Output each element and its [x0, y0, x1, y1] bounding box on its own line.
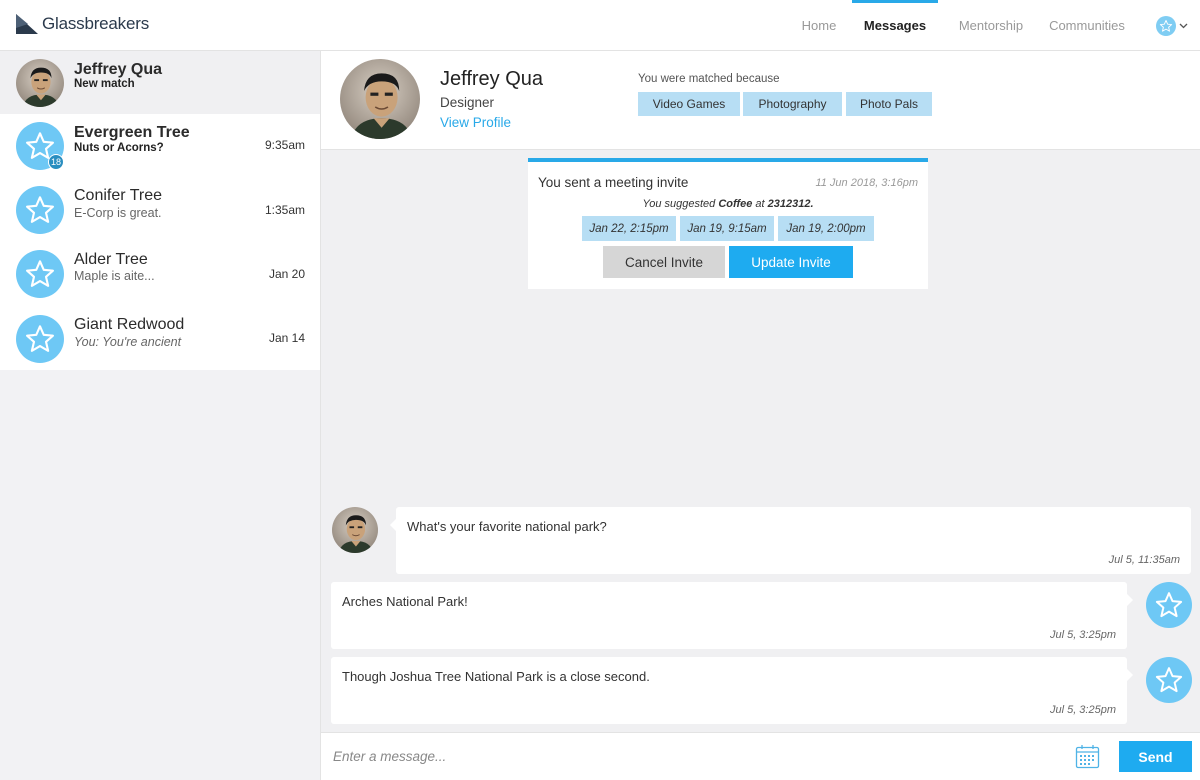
profile-name: Jeffrey Qua [440, 68, 544, 90]
calendar-icon[interactable] [1075, 744, 1100, 769]
nav-communities[interactable]: Communities [1042, 0, 1132, 51]
conversation-name: Alder Tree [74, 251, 148, 268]
cancel-invite-button[interactable]: Cancel Invite [603, 246, 725, 278]
conversation-name: Jeffrey Qua [74, 61, 163, 78]
conversation-item[interactable]: Conifer Tree E-Corp is great. 1:35am [0, 178, 320, 242]
time-slot[interactable]: Jan 19, 2:00pm [778, 216, 874, 241]
message-text: What's your favorite national park? [407, 519, 607, 534]
matched-because-label: You were matched because [638, 73, 780, 85]
conversation-name: Giant Redwood [74, 316, 185, 333]
avatar [16, 315, 64, 363]
invite-date: 11 Jun 2018, 3:16pm [815, 177, 918, 189]
unread-badge: 18 [48, 154, 64, 170]
time-slot[interactable]: Jan 19, 9:15am [680, 216, 774, 241]
glassbreakers-logo-icon [16, 14, 38, 34]
conversation-item[interactable]: Jeffrey Qua New match [0, 51, 320, 114]
chevron-down-icon [1179, 23, 1188, 28]
star-icon [1154, 590, 1184, 620]
nav-home[interactable]: Home [786, 0, 852, 51]
main-nav: Home Messages Mentorship Communities [786, 0, 1200, 51]
conversation-item[interactable]: Giant Redwood You: You're ancient Jan 14 [0, 306, 320, 370]
conversation-preview: You: You're ancient [74, 335, 182, 349]
match-tag: Photo Pals [846, 92, 932, 116]
user-menu[interactable] [1144, 0, 1200, 51]
conversation-preview: Nuts or Acorns? [74, 142, 164, 154]
message-text: Though Joshua Tree National Park is a cl… [342, 669, 650, 684]
conversation-preview: E-Corp is great. [74, 206, 162, 220]
invite-title: You sent a meeting invite [538, 175, 689, 190]
conversation-time: 1:35am [264, 203, 305, 217]
top-navigation-bar: Glassbreakers Home Messages Mentorship C… [0, 0, 1200, 51]
profile-role: Designer [440, 95, 495, 110]
conversation-time: Jan 14 [268, 331, 305, 345]
match-tag: Video Games [638, 92, 740, 116]
star-icon [24, 323, 56, 355]
conversation-list: Jeffrey Qua New match 18 Evergreen Tree … [0, 51, 321, 780]
star-icon [24, 194, 56, 226]
message-bubble: Though Joshua Tree National Park is a cl… [331, 657, 1133, 724]
message-text: Arches National Park! [342, 594, 468, 609]
chat-thread: You sent a meeting invite 11 Jun 2018, 3… [321, 150, 1200, 732]
avatar [16, 59, 64, 107]
nav-mentorship[interactable]: Mentorship [946, 0, 1036, 51]
profile-avatar[interactable] [340, 59, 420, 139]
message-time: Jul 5, 3:25pm [1049, 704, 1116, 716]
logo[interactable]: Glassbreakers [16, 14, 149, 34]
message-bubble: Arches National Park! Jul 5, 3:25pm [331, 582, 1133, 649]
my-avatar [1146, 657, 1192, 703]
view-profile-link[interactable]: View Profile [440, 115, 511, 130]
update-invite-button[interactable]: Update Invite [729, 246, 853, 278]
conversation-name: Evergreen Tree [74, 124, 190, 141]
logo-text: Glassbreakers [42, 14, 149, 33]
message-time: Jul 5, 3:25pm [1049, 629, 1116, 641]
match-tag: Photography [743, 92, 842, 116]
avatar [16, 186, 64, 234]
my-avatar [1146, 582, 1192, 628]
conversation-time: 9:35am [264, 138, 305, 152]
time-slot[interactable]: Jan 22, 2:15pm [582, 216, 676, 241]
send-button[interactable]: Send [1119, 741, 1192, 772]
meeting-invite-card: You sent a meeting invite 11 Jun 2018, 3… [528, 158, 928, 289]
conversation-time: Jan 20 [268, 267, 305, 281]
star-icon [1154, 665, 1184, 695]
message-time: Jul 5, 11:35am [1108, 554, 1180, 566]
conversation-preview: Maple is aite... [74, 269, 155, 283]
match-header: Jeffrey Qua Designer View Profile You we… [321, 51, 1200, 150]
sender-avatar [332, 507, 378, 553]
user-avatar [1156, 15, 1176, 36]
invite-suggestion: You suggested Coffee at 2312312. [642, 198, 814, 210]
conversation-item[interactable]: Alder Tree Maple is aite... Jan 20 [0, 242, 320, 306]
nav-messages[interactable]: Messages [852, 0, 938, 51]
avatar [16, 250, 64, 298]
star-icon [24, 258, 56, 290]
message-composer: Send [321, 732, 1200, 780]
message-bubble: What's your favorite national park? Jul … [390, 507, 1191, 574]
conversation-item[interactable]: 18 Evergreen Tree Nuts or Acorns? 9:35am [0, 114, 320, 178]
conversation-name: Conifer Tree [74, 187, 163, 204]
star-icon [1159, 19, 1173, 33]
conversation-preview: New match [74, 78, 135, 90]
message-input[interactable] [333, 743, 1033, 769]
